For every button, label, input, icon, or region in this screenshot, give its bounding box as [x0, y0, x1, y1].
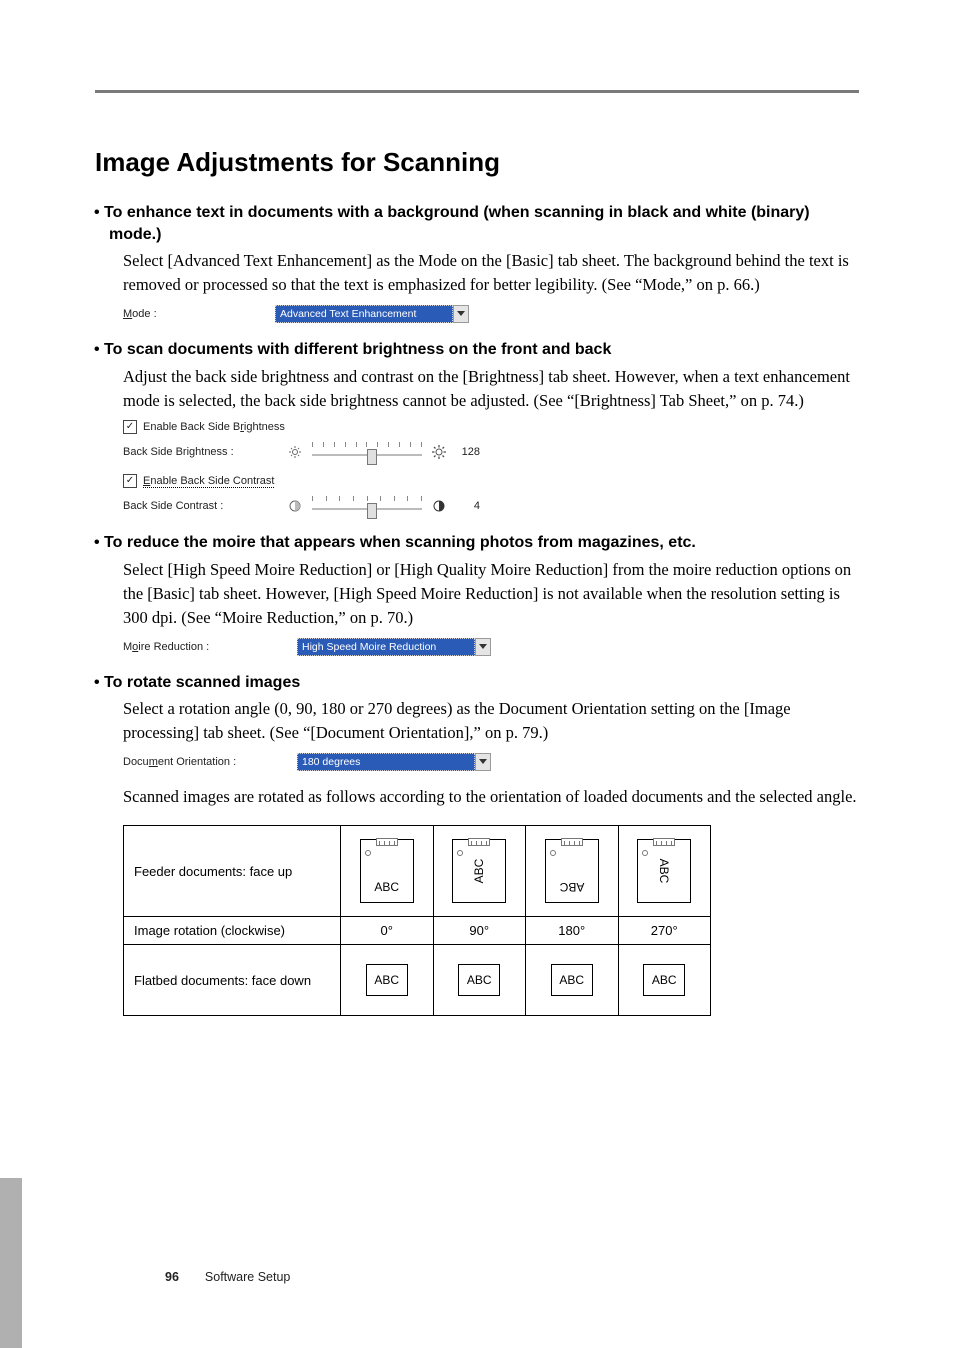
back-contrast-slider[interactable] — [312, 496, 422, 516]
mode-combo-strip: Mode : Advanced Text Enhancement — [123, 305, 859, 323]
chevron-down-icon[interactable] — [475, 638, 491, 656]
item-body: Select [Advanced Text Enhancement] as th… — [123, 249, 859, 297]
item-heading: To scan documents with different brightn… — [109, 339, 859, 361]
left-margin-bar — [0, 1178, 22, 1348]
page-footer: 96 Software Setup — [165, 1270, 290, 1284]
feeder-0-cell: ABC — [341, 826, 434, 917]
table-row-label: Feeder documents: face up — [124, 826, 341, 917]
angle-90: 90° — [433, 917, 526, 945]
item-brightness: To scan documents with different brightn… — [95, 339, 859, 516]
angle-0: 0° — [341, 917, 434, 945]
item-heading: To enhance text in documents with a back… — [109, 202, 859, 245]
orientation-combo-strip: Document Orientation : 180 degrees — [123, 753, 859, 771]
item-enhance-text: To enhance text in documents with a back… — [95, 202, 859, 323]
back-contrast-value: 4 — [456, 500, 480, 512]
moire-combo-strip: Moire Reduction : High Speed Moire Reduc… — [123, 638, 859, 656]
orientation-combo[interactable]: 180 degrees — [297, 753, 491, 771]
flatbed-180-cell: ABC — [526, 945, 619, 1016]
mode-label: Mode : — [123, 308, 275, 320]
item-heading: To reduce the moire that appears when sc… — [109, 532, 859, 554]
moire-label: Moire Reduction : — [123, 641, 297, 653]
moire-combo-value: High Speed Moire Reduction — [297, 638, 475, 656]
angle-180: 180° — [526, 917, 619, 945]
table-row-label: Image rotation (clockwise) — [124, 917, 341, 945]
item-body-2: Scanned images are rotated as follows ac… — [123, 785, 859, 809]
item-moire: To reduce the moire that appears when sc… — [95, 532, 859, 655]
mode-combo[interactable]: Advanced Text Enhancement — [275, 305, 469, 323]
rotation-table: Feeder documents: face up ABC ABC ABC AB… — [123, 825, 711, 1016]
flatbed-90-cell: ABC — [433, 945, 526, 1016]
page-number: 96 — [165, 1270, 179, 1284]
moire-combo[interactable]: High Speed Moire Reduction — [297, 638, 491, 656]
enable-back-brightness-label: Enable Back Side Brightness — [143, 421, 285, 433]
orientation-combo-value: 180 degrees — [297, 753, 475, 771]
item-body: Select [High Speed Moire Reduction] or [… — [123, 558, 859, 630]
item-body: Select a rotation angle (0, 90, 180 or 2… — [123, 697, 859, 745]
item-heading: To rotate scanned images — [109, 672, 859, 694]
enable-back-contrast-checkbox[interactable]: ✓ — [123, 474, 137, 488]
table-row-label: Flatbed documents: face down — [124, 945, 341, 1016]
sun-dim-icon — [288, 445, 302, 459]
chevron-down-icon[interactable] — [453, 305, 469, 323]
contrast-low-icon — [288, 499, 302, 513]
item-rotate: To rotate scanned images Select a rotati… — [95, 672, 859, 809]
back-brightness-label: Back Side Brightness : — [123, 446, 278, 458]
enable-back-brightness-checkbox[interactable]: ✓ — [123, 420, 137, 434]
sun-bright-icon — [432, 445, 446, 459]
page-title: Image Adjustments for Scanning — [95, 147, 859, 178]
contrast-high-icon — [432, 499, 446, 513]
feeder-270-cell: ABC — [618, 826, 711, 917]
feeder-180-cell: ABC — [526, 826, 619, 917]
feeder-90-cell: ABC — [433, 826, 526, 917]
mode-combo-value: Advanced Text Enhancement — [275, 305, 453, 323]
footer-section: Software Setup — [205, 1270, 290, 1284]
top-divider — [95, 90, 859, 93]
flatbed-270-cell: ABC — [618, 945, 711, 1016]
back-brightness-value: 128 — [456, 446, 480, 458]
back-contrast-label: Back Side Contrast : — [123, 500, 278, 512]
item-body: Adjust the back side brightness and cont… — [123, 365, 859, 413]
enable-back-contrast-label: Enable Back Side Contrast — [143, 475, 274, 488]
back-brightness-slider[interactable] — [312, 442, 422, 462]
angle-270: 270° — [618, 917, 711, 945]
brightness-panel: ✓ Enable Back Side Brightness Back Side … — [123, 420, 493, 516]
chevron-down-icon[interactable] — [475, 753, 491, 771]
flatbed-0-cell: ABC — [341, 945, 434, 1016]
orientation-label: Document Orientation : — [123, 756, 297, 768]
